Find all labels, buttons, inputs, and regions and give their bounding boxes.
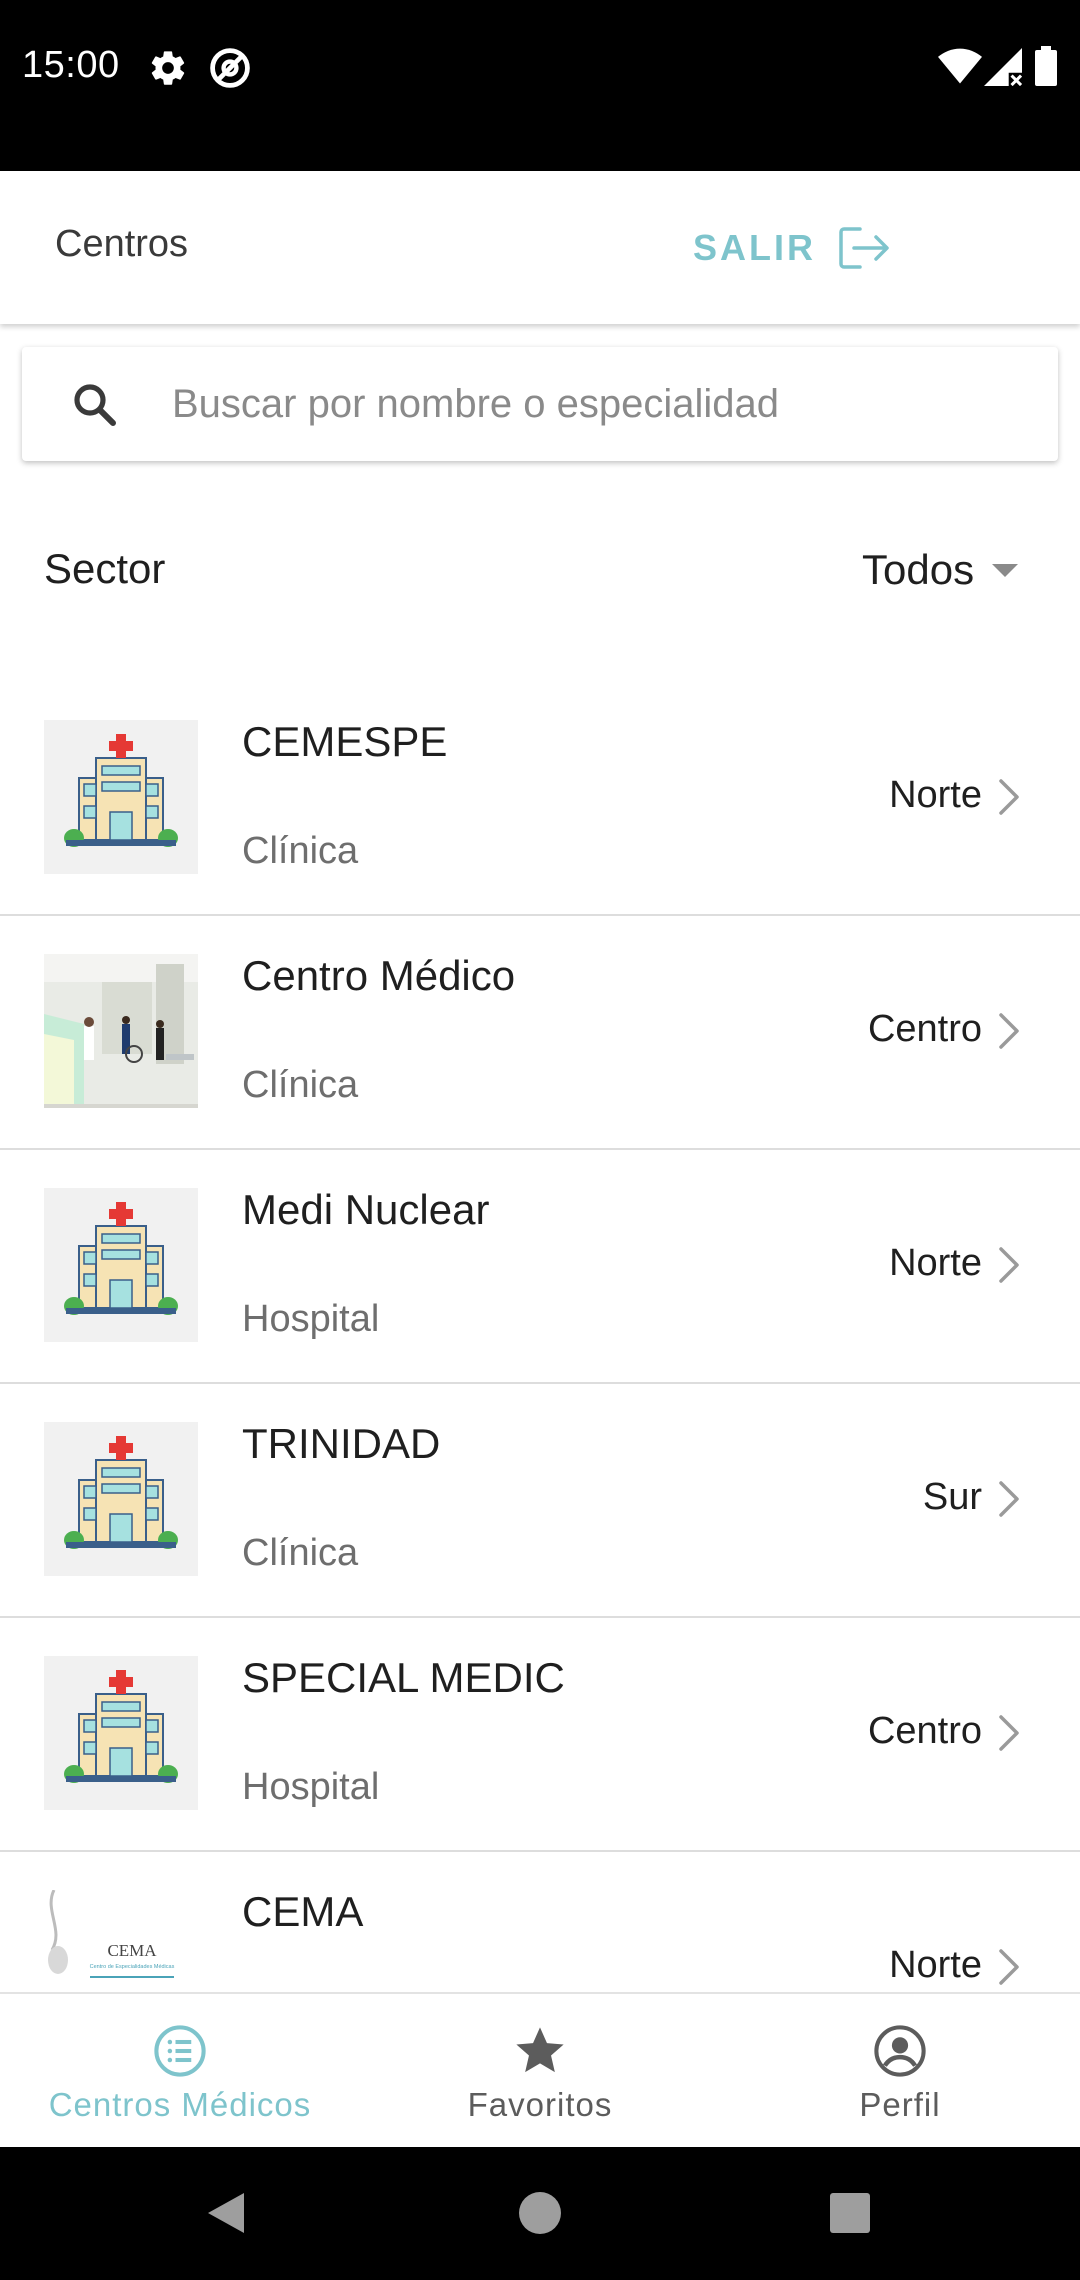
chevron-right-icon — [999, 1013, 1019, 1049]
logout-label: SALIR — [693, 227, 816, 268]
center-zone: Norte — [889, 1944, 982, 1986]
center-type: Clínica — [242, 1064, 359, 1106]
center-type: Hospital — [242, 1766, 380, 1808]
center-name: TRINIDAD — [242, 1420, 441, 1467]
dropdown-caret-icon — [992, 563, 1019, 577]
bottom-navigation: Centros Médicos Favoritos Perfil — [0, 1992, 1080, 2147]
at-sign-icon — [210, 48, 250, 88]
cema-logo-thumbnail: CEMA Centro de Especialidades Médicas — [44, 1890, 198, 1992]
center-zone: Norte — [889, 1242, 982, 1284]
centers-list: CEMESPE Clínica Norte Centro Médico Clín… — [0, 682, 1080, 1992]
clinic-photo-image — [44, 954, 198, 1108]
hospital-building-icon — [64, 1436, 178, 1549]
cema-logo-text: CEMA — [107, 1941, 157, 1960]
center-name: Medi Nuclear — [242, 1186, 490, 1233]
nav-item-favoritos[interactable]: Favoritos — [360, 1994, 720, 2147]
center-type: Hospital — [242, 1298, 380, 1340]
battery-icon — [1035, 46, 1057, 86]
hospital-building-thumbnail — [44, 1188, 198, 1342]
hospital-building-thumbnail — [44, 1422, 198, 1576]
back-icon[interactable] — [196, 2183, 256, 2243]
list-item[interactable]: Centro Médico Clínica Centro — [0, 916, 1080, 1150]
hospital-building-thumbnail — [44, 1656, 198, 1810]
settings-icon — [151, 51, 185, 85]
center-zone: Norte — [889, 774, 982, 816]
cema-logo-subtext: Centro de Especialidades Médicas — [90, 1964, 175, 1970]
sector-label: Sector — [44, 545, 166, 592]
cema-logo-image: CEMA Centro de Especialidades Médicas — [48, 1890, 175, 1978]
hospital-building-icon — [64, 734, 178, 847]
sector-selected-value: Todos — [862, 546, 975, 593]
sector-dropdown[interactable]: Todos — [862, 540, 1019, 600]
hospital-building-icon — [64, 1670, 178, 1783]
center-name: Centro Médico — [242, 952, 516, 999]
signal-icon — [984, 48, 1022, 86]
hospital-building-thumbnail — [44, 720, 198, 874]
star-icon — [516, 2027, 564, 2073]
nav-item-centros-medicos[interactable]: Centros Médicos — [0, 1994, 360, 2147]
center-name: CEMA — [242, 1888, 364, 1935]
recents-icon[interactable] — [820, 2183, 880, 2243]
center-zone: Centro — [867, 1710, 982, 1752]
center-zone: Sur — [922, 1476, 982, 1518]
center-zone: Centro — [867, 1008, 982, 1050]
system-navigation-bar — [0, 2147, 1080, 2280]
logout-icon — [839, 227, 889, 269]
chevron-right-icon — [999, 1949, 1019, 1985]
chevron-right-icon — [999, 1247, 1019, 1283]
app-bar: Centros SALIR — [0, 171, 1080, 324]
clinic-photo-thumbnail — [44, 954, 198, 1108]
list-item[interactable]: Medi Nuclear Hospital Norte — [0, 1150, 1080, 1384]
chevron-right-icon — [999, 1481, 1019, 1517]
list-item[interactable]: CEMESPE Clínica Norte — [0, 682, 1080, 916]
hospital-building-icon — [64, 1202, 178, 1315]
nav-label: Centros Médicos — [48, 2086, 312, 2123]
wifi-icon — [938, 48, 982, 84]
search-bar — [22, 347, 1058, 461]
list-icon — [154, 2025, 206, 2077]
logout-button[interactable]: SALIR — [693, 213, 890, 283]
profile-icon — [874, 2025, 926, 2077]
list-item[interactable]: TRINIDAD Clínica Sur — [0, 1384, 1080, 1618]
list-item[interactable]: CEMA Centro de Especialidades Médicas CE… — [0, 1852, 1080, 1992]
nav-label: Perfil — [859, 2086, 941, 2123]
status-bar: 15:00 — [0, 0, 1080, 171]
search-icon — [74, 384, 116, 426]
status-time: 15:00 — [22, 44, 120, 86]
nav-label: Favoritos — [467, 2086, 613, 2123]
chevron-right-icon — [999, 1715, 1019, 1751]
home-icon[interactable] — [510, 2183, 570, 2243]
chevron-right-icon — [999, 779, 1019, 815]
page-title: Centros — [55, 223, 189, 265]
center-name: SPECIAL MEDIC — [242, 1654, 565, 1701]
search-input[interactable] — [172, 367, 1032, 441]
center-type: Clínica — [242, 1532, 359, 1574]
center-name: CEMESPE — [242, 718, 448, 765]
center-type: Clínica — [242, 830, 359, 872]
list-item[interactable]: SPECIAL MEDIC Hospital Centro — [0, 1618, 1080, 1852]
nav-item-perfil[interactable]: Perfil — [720, 1994, 1080, 2147]
